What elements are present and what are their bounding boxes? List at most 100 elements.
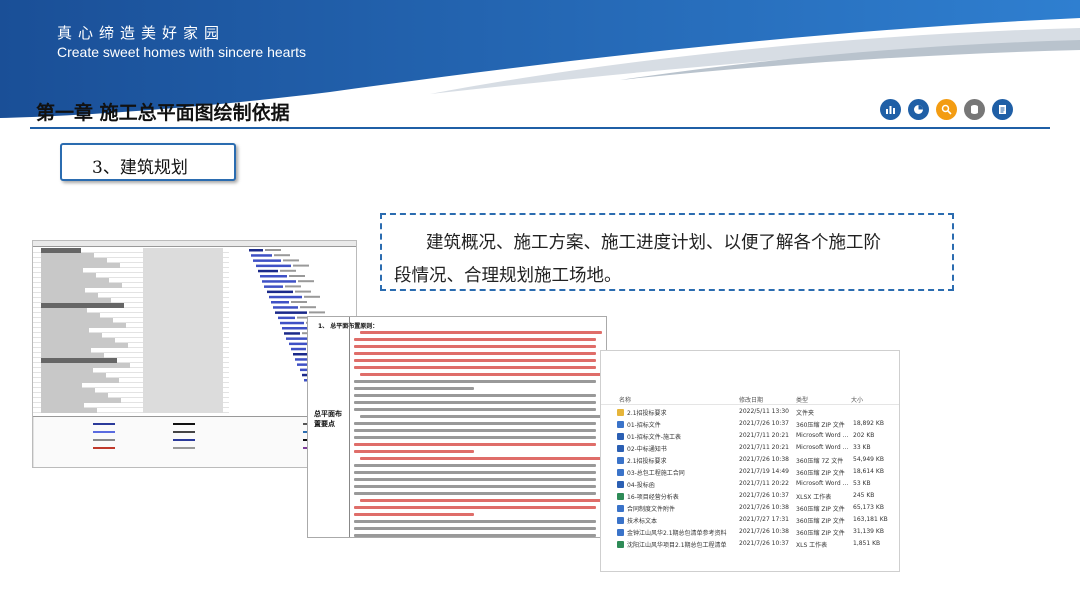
file-type: 360压缩 ZIP 文件 xyxy=(796,470,845,477)
gantt-row xyxy=(33,408,229,413)
document-text-line xyxy=(354,394,596,397)
file-row[interactable]: 04-投标函 2021/7/11 20:22 Microsoft Word ... 5… xyxy=(601,479,899,490)
gantt-bar xyxy=(269,295,302,299)
file-type: XLSX 工作表 xyxy=(796,494,832,501)
file-size: 53 KB xyxy=(853,480,871,487)
file-row[interactable]: 2.1招投标要求 2021/7/26 10:38 360压缩 7Z 文件 54,949… xyxy=(601,455,899,466)
document-text-line xyxy=(354,534,596,537)
document-text-line xyxy=(354,527,596,530)
gantt-bar-label xyxy=(274,254,290,257)
file-size: 245 KB xyxy=(853,492,875,499)
file-icon xyxy=(617,481,624,488)
gantt-bar xyxy=(251,254,272,257)
file-date: 2021/7/26 10:37 xyxy=(739,420,789,427)
file-size: 65,173 KB xyxy=(853,504,884,511)
document-text-line xyxy=(354,352,596,355)
file-type: 360压缩 ZIP 文件 xyxy=(796,530,845,537)
file-type: Microsoft Word ... xyxy=(796,432,849,439)
file-type: 360压缩 ZIP 文件 xyxy=(796,518,845,525)
file-row[interactable]: 01-招标文件 2021/7/26 10:37 360压缩 ZIP 文件 18,892… xyxy=(601,419,899,430)
document-text-line xyxy=(354,380,596,383)
file-name: 01-招标文件 xyxy=(627,422,661,429)
file-type: 360压缩 7Z 文件 xyxy=(796,458,844,465)
file-row[interactable]: 01-招标文件-施工表 2021/7/11 20:21 Microsoft Word… xyxy=(601,431,899,442)
gantt-bar xyxy=(267,290,293,294)
file-icon xyxy=(617,409,624,416)
file-date: 2021/7/11 20:21 xyxy=(739,432,789,439)
file-row[interactable]: 金钟江山风华2.1期总包清单参考资料 2021/7/26 10:38 360压缩 Z… xyxy=(601,527,899,538)
document-text-line xyxy=(354,422,596,425)
file-icon xyxy=(617,505,624,512)
gantt-bar xyxy=(291,347,306,351)
file-size: 54,949 KB xyxy=(853,456,884,463)
file-row[interactable]: 16-项目经营分析表 2021/7/26 10:37 XLSX 工作表 245 KB xyxy=(601,491,899,502)
document-text-line xyxy=(354,429,596,432)
document-text-line xyxy=(354,464,596,467)
pie-chart-icon[interactable] xyxy=(908,99,929,120)
file-row[interactable]: 03-总包工程施工合同 2021/7/19 14:49 360压缩 ZIP 文件 18… xyxy=(601,467,899,478)
file-type: 360压缩 ZIP 文件 xyxy=(796,422,845,429)
file-icon xyxy=(617,541,624,548)
file-row[interactable]: 02-中标通知书 2021/7/11 20:21 Microsoft Word ..… xyxy=(601,443,899,454)
file-name: 技术标文本 xyxy=(627,518,658,525)
gantt-bar xyxy=(284,332,300,335)
file-date: 2021/7/26 10:37 xyxy=(739,540,789,547)
gantt-bar xyxy=(286,337,309,340)
file-type: 文件夹 xyxy=(796,410,815,417)
file-name: 04-投标函 xyxy=(627,482,655,489)
gantt-bar xyxy=(271,301,289,304)
file-icon xyxy=(617,469,624,476)
search-icon[interactable] xyxy=(936,99,957,120)
document-text-line xyxy=(354,506,596,509)
document-text-line xyxy=(354,478,596,481)
document-text-line xyxy=(354,408,596,411)
file-type: Microsoft Word ... xyxy=(796,444,849,451)
file-date: 2022/5/11 13:30 xyxy=(739,408,789,415)
file-icon xyxy=(617,517,624,524)
title-divider xyxy=(30,127,1050,129)
gantt-bar-label xyxy=(309,311,325,314)
file-row[interactable]: 技术标文本 2021/7/27 17:31 360压缩 ZIP 文件 163,181 … xyxy=(601,515,899,526)
database-icon[interactable] xyxy=(964,99,985,120)
gantt-bar xyxy=(280,321,304,325)
gantt-bar xyxy=(273,306,298,309)
file-date: 2021/7/26 10:37 xyxy=(739,492,789,499)
gantt-bar xyxy=(258,269,278,273)
gantt-bar xyxy=(278,316,295,320)
file-icon xyxy=(617,529,624,536)
file-name: 01-招标文件-施工表 xyxy=(627,434,681,441)
document-text-line xyxy=(354,520,596,523)
file-row[interactable]: 2.1招投标要求 2022/5/11 13:30 文件夹 xyxy=(601,407,899,418)
file-size: 163,181 KB xyxy=(853,516,888,523)
document-text-line xyxy=(354,345,596,348)
gantt-bar xyxy=(260,275,287,278)
file-row[interactable]: 沈阳江山风华项目2.1期总包工程清单 2021/7/26 10:37 XLS 工作表… xyxy=(601,539,899,550)
document-text-line xyxy=(354,359,596,362)
file-size: 18,892 KB xyxy=(853,420,884,427)
file-name: 合同制度文件附件 xyxy=(627,506,676,513)
file-size: 202 KB xyxy=(853,432,875,439)
section-tab: 3、建筑规划 xyxy=(60,143,236,181)
document-text-line xyxy=(354,338,596,341)
document-text-line xyxy=(360,415,602,418)
slogan-chinese: 真心缔造美好家园 xyxy=(57,24,226,42)
slide: 真心缔造美好家园 Create sweet homes with sincere… xyxy=(0,0,1080,608)
file-list-header: 名称 修改日期 类型 大小 xyxy=(601,393,899,405)
file-icon xyxy=(617,445,624,452)
document-icon[interactable] xyxy=(992,99,1013,120)
col-size: 大小 xyxy=(851,397,864,404)
gantt-bar-label xyxy=(283,259,299,262)
col-date: 修改日期 xyxy=(739,397,764,404)
document-text-line xyxy=(360,331,602,334)
gantt-bar xyxy=(253,259,281,262)
file-row[interactable]: 合同制度文件附件 2021/7/26 10:38 360压缩 ZIP 文件 65,17… xyxy=(601,503,899,514)
bar-chart-icon[interactable] xyxy=(880,99,901,120)
col-type: 类型 xyxy=(796,397,809,404)
file-list-image: 名称 修改日期 类型 大小 2.1招投标要求 2022/5/11 13:30 文件夹… xyxy=(600,350,900,572)
file-size: 33 KB xyxy=(853,444,871,451)
file-date: 2021/7/11 20:21 xyxy=(739,444,789,451)
file-date: 2021/7/26 10:38 xyxy=(739,456,789,463)
document-side-label: 总平面布置要点 xyxy=(314,410,342,428)
file-size: 31,139 KB xyxy=(853,528,884,535)
document-text-line xyxy=(360,457,602,460)
